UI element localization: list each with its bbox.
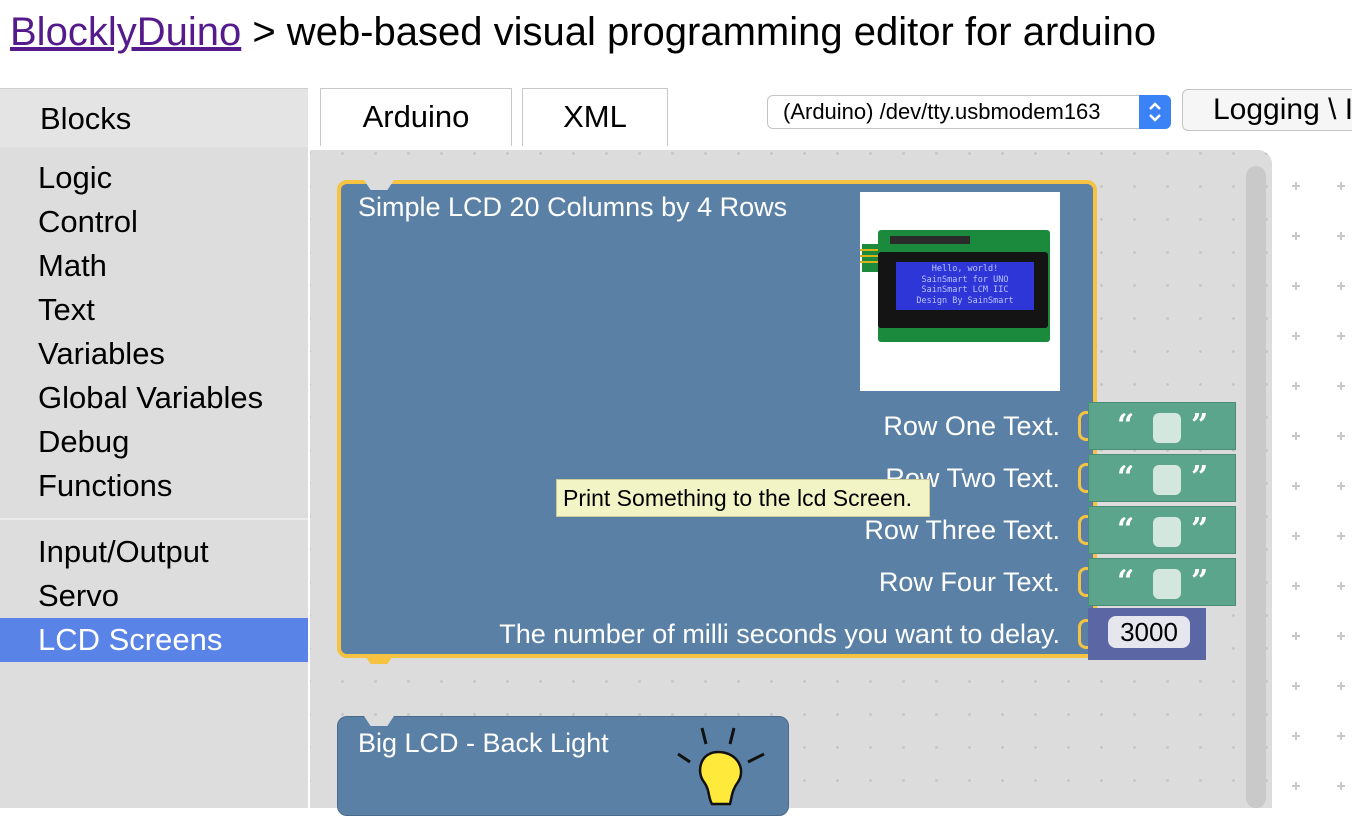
toolbox-sidebar: Logic Control Math Text Variables Global… [0, 147, 308, 808]
grid-plus-icon [1292, 282, 1300, 290]
text-input-field[interactable] [1153, 413, 1181, 443]
text-input-field[interactable] [1153, 517, 1181, 547]
grid-plus-icon [1292, 682, 1300, 690]
tab-blocks[interactable]: Blocks [0, 88, 308, 147]
tab-xml[interactable]: XML [522, 88, 668, 146]
grid-plus-icon [1292, 632, 1300, 640]
sidebar-item-label: Servo [38, 578, 119, 613]
lcd-screen-line: SainSmart for UNO [921, 274, 1009, 285]
row-four-label: Row Four Text. [878, 567, 1060, 597]
close-quote-icon: ” [1191, 408, 1209, 443]
sidebar-item-label: Debug [38, 424, 130, 459]
sidebar-item-lcd-screens[interactable]: LCD Screens [0, 618, 308, 662]
row-four-text-block[interactable]: “ ” [1088, 558, 1236, 606]
close-quote-icon: ” [1191, 564, 1209, 599]
grid-plus-icon [1337, 232, 1345, 240]
lcd-screen-line: Hello, world! [931, 264, 999, 274]
sidebar-item-label: Variables [38, 336, 165, 371]
sidebar-item-label: Text [38, 292, 95, 327]
grid-plus-icon [1292, 532, 1300, 540]
row-three-text-block[interactable]: “ ” [1088, 506, 1236, 554]
sidebar-item-label: Math [38, 248, 107, 283]
tab-blocks-label: Blocks [40, 101, 132, 136]
serial-port-select[interactable]: (Arduino) /dev/tty.usbmodem163 [767, 95, 1171, 129]
sidebar-item-servo[interactable]: Servo [0, 574, 308, 618]
grid-plus-icon [1337, 182, 1345, 190]
sidebar-item-math[interactable]: Math [0, 244, 308, 288]
close-quote-icon: ” [1191, 460, 1209, 495]
open-quote-icon: “ [1117, 408, 1135, 443]
grid-plus-icon [1292, 582, 1300, 590]
sidebar-item-debug[interactable]: Debug [0, 420, 308, 464]
grid-plus-icon [1337, 782, 1345, 790]
grid-plus-icon [1292, 382, 1300, 390]
lcd-module-image: Hello, world! SainSmart for UNO SainSmar… [860, 192, 1060, 391]
sidebar-item-global-variables[interactable]: Global Variables [0, 376, 308, 420]
row-one-label: Row One Text. [883, 411, 1060, 441]
tab-arduino[interactable]: Arduino [320, 88, 512, 146]
sidebar-item-label: Input/Output [38, 534, 209, 569]
lcd-screen-line: SainSmart LCM IIC [921, 285, 1009, 295]
open-quote-icon: “ [1117, 564, 1135, 599]
blocklyduino-link[interactable]: BlocklyDuino [10, 10, 241, 54]
grid-plus-icon [1337, 632, 1345, 640]
sidebar-item-label: Control [38, 204, 138, 239]
block-tooltip: Print Something to the lcd Screen. [556, 479, 930, 517]
grid-plus-icon [1337, 432, 1345, 440]
workspace-grid-area [1272, 150, 1352, 808]
backlight-block-title: Big LCD - Back Light [358, 728, 609, 758]
serial-port-value: (Arduino) /dev/tty.usbmodem163 [783, 99, 1101, 124]
grid-plus-icon [1337, 732, 1345, 740]
delay-label: The number of milli seconds you want to … [499, 619, 1060, 649]
open-quote-icon: “ [1117, 512, 1135, 547]
grid-plus-icon [1292, 432, 1300, 440]
text-input-field[interactable] [1153, 569, 1181, 599]
updown-chevron-icon[interactable] [1139, 95, 1171, 129]
row-two-text-block[interactable]: “ ” [1088, 454, 1236, 502]
sidebar-item-label: Functions [38, 468, 173, 503]
page-title: BlocklyDuino > web-based visual programm… [10, 6, 1156, 58]
grid-plus-icon [1337, 582, 1345, 590]
page-subtitle: > web-based visual programming editor fo… [241, 10, 1157, 54]
sidebar-item-logic[interactable]: Logic [0, 156, 308, 200]
grid-plus-icon [1292, 332, 1300, 340]
sidebar-item-input-output[interactable]: Input/Output [0, 530, 308, 574]
grid-plus-icon [1337, 332, 1345, 340]
sidebar-item-label: Logic [38, 160, 113, 195]
grid-plus-icon [1337, 482, 1345, 490]
grid-plus-icon [1292, 482, 1300, 490]
delay-number-field[interactable]: 3000 [1108, 616, 1190, 648]
lcd-block-title: Simple LCD 20 Columns by 4 Rows [358, 192, 788, 222]
grid-plus-icon [1292, 232, 1300, 240]
grid-plus-icon [1337, 382, 1345, 390]
sidebar-item-text[interactable]: Text [0, 288, 308, 332]
grid-plus-icon [1337, 682, 1345, 690]
close-quote-icon: ” [1191, 512, 1209, 547]
sidebar-item-label: Global Variables [38, 380, 264, 415]
open-quote-icon: “ [1117, 460, 1135, 495]
delay-number-block[interactable]: 3000 [1088, 608, 1206, 660]
workspace-scrollbar[interactable] [1246, 166, 1266, 808]
sidebar-item-functions[interactable]: Functions [0, 464, 308, 508]
grid-plus-icon [1292, 782, 1300, 790]
row-three-label: Row Three Text. [864, 515, 1060, 545]
logging-button[interactable]: Logging \ I [1182, 89, 1352, 131]
row-one-text-block[interactable]: “ ” [1088, 402, 1236, 450]
grid-plus-icon [1292, 732, 1300, 740]
lcd-screen-line: Design By SainSmart [916, 295, 1014, 306]
lightbulb-icon [660, 724, 770, 808]
sidebar-item-variables[interactable]: Variables [0, 332, 308, 376]
grid-plus-icon [1292, 182, 1300, 190]
text-input-field[interactable] [1153, 465, 1181, 495]
lcd-screen-text: Hello, world! SainSmart for UNO SainSmar… [896, 264, 1034, 306]
sidebar-item-label: LCD Screens [38, 622, 223, 657]
sidebar-item-control[interactable]: Control [0, 200, 308, 244]
sidebar-separator [0, 518, 308, 520]
grid-plus-icon [1337, 532, 1345, 540]
grid-plus-icon [1337, 282, 1345, 290]
